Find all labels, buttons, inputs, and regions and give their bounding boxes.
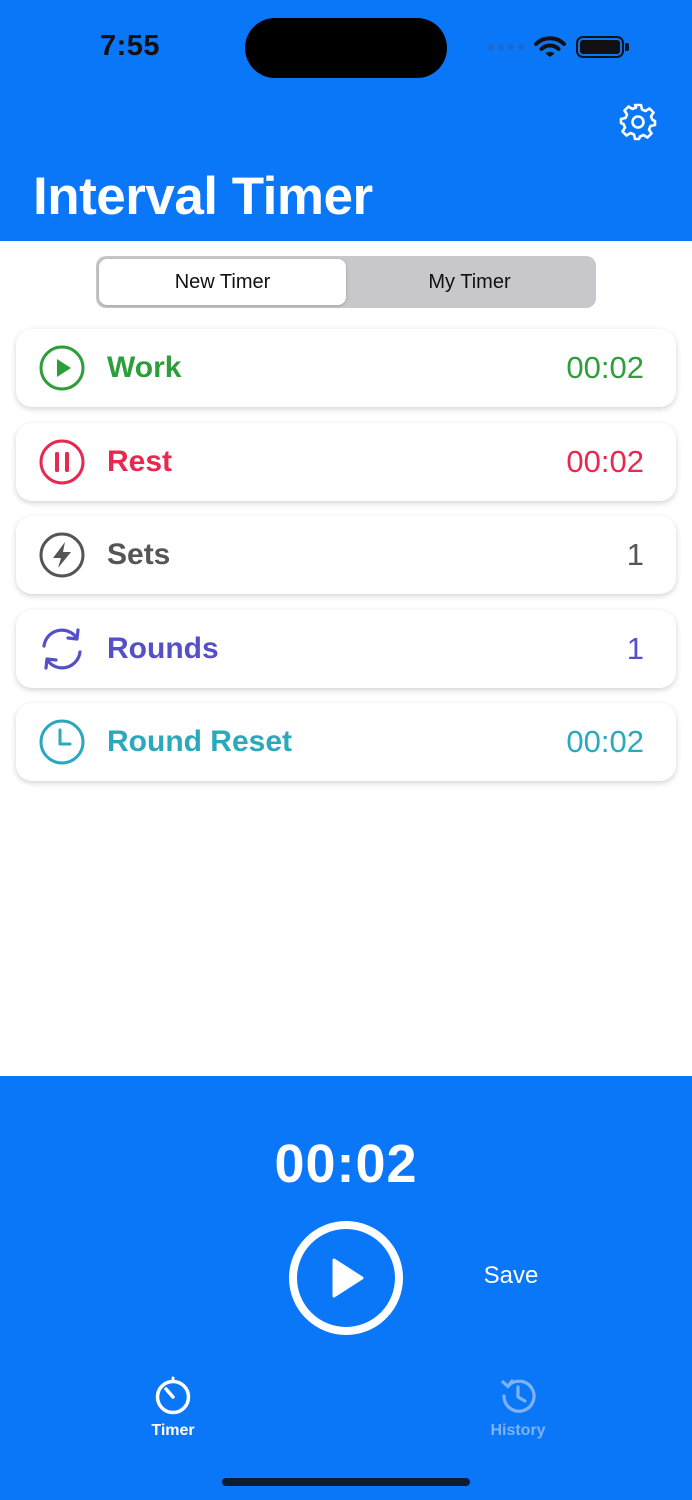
total-time-display: 00:02: [274, 1134, 418, 1194]
tab-history[interactable]: History: [458, 1376, 578, 1440]
home-indicator: [222, 1478, 470, 1486]
interval-settings-list: Work 00:02 Rest 00:02 Sets 1 Rounds 1 Ro…: [16, 329, 676, 797]
timer-icon: [155, 1376, 191, 1415]
bolt-circle-icon: [38, 531, 86, 579]
pause-circle-icon: [38, 438, 86, 486]
status-time: 7:55: [100, 30, 161, 62]
play-icon: [332, 1258, 364, 1298]
work-value: 00:02: [566, 350, 644, 385]
status-icons: [488, 32, 629, 62]
page-title: Interval Timer: [33, 167, 373, 226]
sets-label: Sets: [107, 538, 171, 571]
cellular-signal-icon: [488, 44, 524, 50]
work-label: Work: [107, 351, 182, 384]
save-button[interactable]: Save: [470, 1262, 552, 1290]
settings-button[interactable]: [617, 101, 659, 143]
sets-value: 1: [626, 537, 644, 572]
battery-icon: [576, 36, 629, 58]
repeat-icon: [38, 625, 86, 673]
round-reset-value: 00:02: [566, 724, 644, 759]
rounds-row[interactable]: Rounds 1: [16, 609, 676, 688]
start-timer-button[interactable]: [289, 1221, 403, 1335]
round-reset-row[interactable]: Round Reset 00:02: [16, 703, 676, 781]
rounds-value: 1: [626, 630, 644, 666]
tab-history-label: History: [490, 1422, 546, 1439]
play-circle-icon: [38, 344, 86, 392]
work-row[interactable]: Work 00:02: [16, 329, 676, 407]
gear-icon: [619, 103, 657, 141]
sets-row[interactable]: Sets 1: [16, 516, 676, 594]
rest-label: Rest: [107, 444, 173, 478]
tab-timer-label: Timer: [151, 1422, 195, 1439]
clock-icon: [38, 718, 86, 766]
round-reset-label: Round Reset: [107, 725, 293, 758]
timer-mode-segmented-control: New Timer My Timer: [96, 256, 596, 308]
segment-my-timer[interactable]: My Timer: [346, 259, 593, 305]
history-icon: [501, 1379, 536, 1413]
rounds-label: Rounds: [107, 631, 219, 665]
rest-value: 00:02: [566, 443, 644, 479]
tab-timer[interactable]: Timer: [113, 1376, 233, 1440]
segment-new-timer[interactable]: New Timer: [99, 259, 346, 305]
rest-row[interactable]: Rest 00:02: [16, 422, 676, 501]
wifi-icon: [534, 36, 566, 57]
dynamic-island: [245, 18, 447, 78]
